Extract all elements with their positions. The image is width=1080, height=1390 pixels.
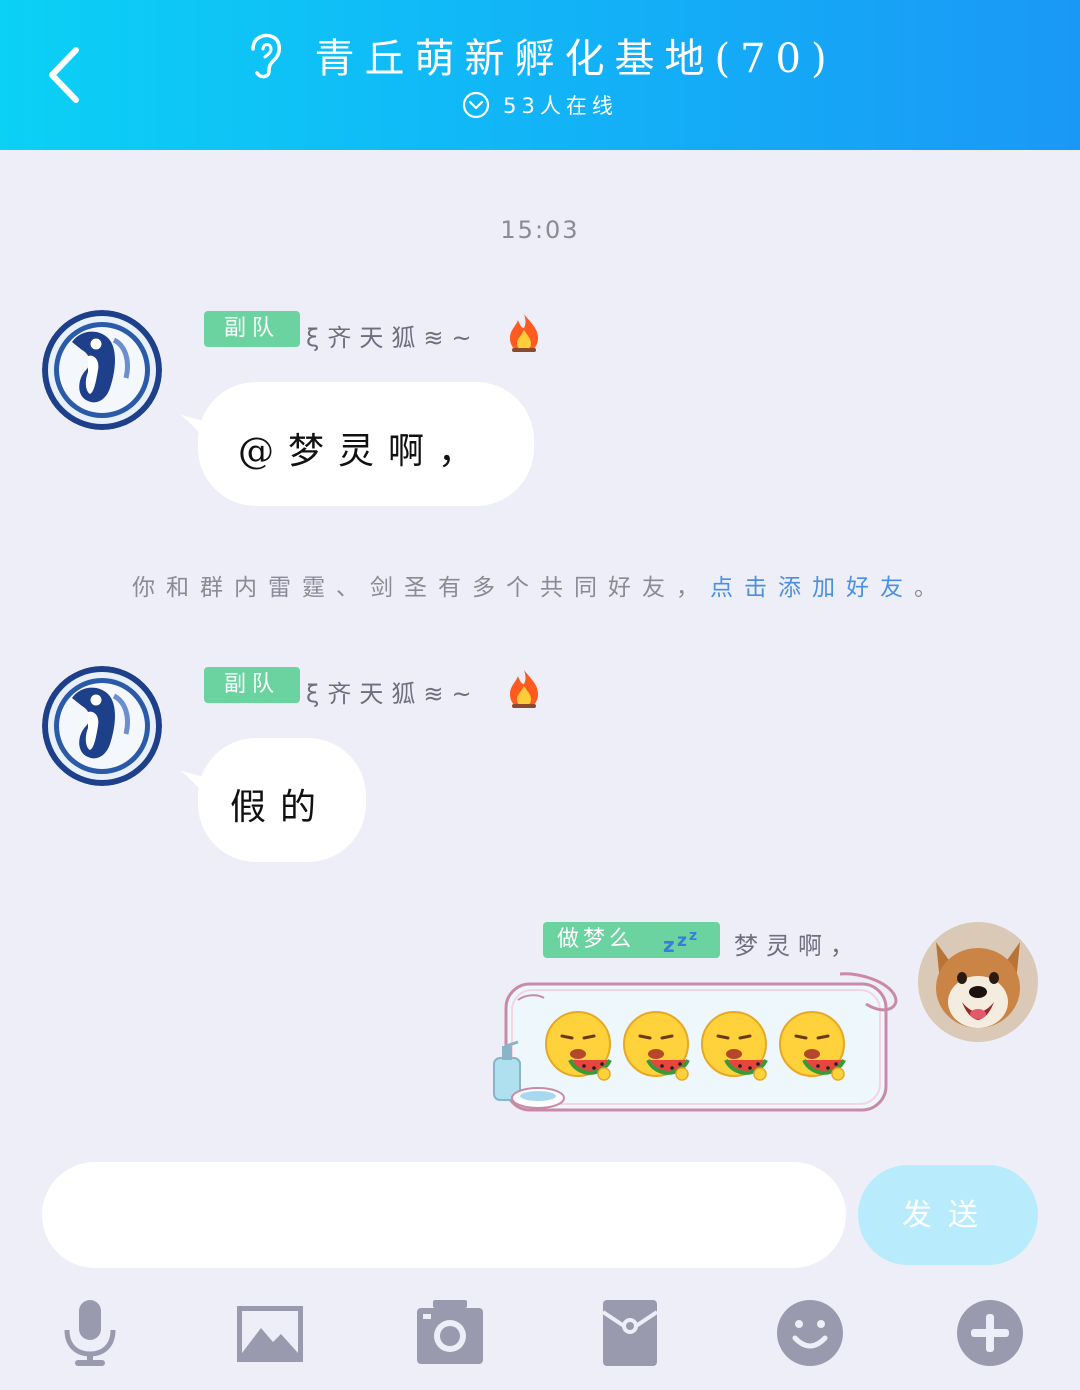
title-tag: 做梦么 z z z (543, 922, 720, 958)
watermelon-emoji-icon (545, 1011, 612, 1081)
emoji-icon[interactable] (775, 1298, 845, 1368)
dog-avatar-icon (918, 922, 1038, 1042)
group-title[interactable]: 青丘萌新孵化基地(70) (314, 36, 836, 82)
title-row: 青丘萌新孵化基地(70) (0, 26, 1080, 84)
message-input[interactable] (42, 1162, 846, 1268)
plus-icon[interactable] (955, 1298, 1025, 1368)
message-text: @梦灵啊， (238, 431, 489, 472)
message-timestamp: 15:03 (500, 216, 580, 244)
send-button[interactable]: 发送 (858, 1165, 1038, 1265)
microphone-icon[interactable] (55, 1298, 125, 1368)
online-count: 53人在线 (503, 94, 618, 118)
title-tag-text: 做梦么 (557, 927, 636, 952)
svg-text:z: z (689, 928, 701, 944)
sleep-zzz-icon: z z z (663, 928, 701, 956)
fire-badge-icon (510, 314, 538, 352)
message-bubble[interactable]: @梦灵啊， (198, 382, 534, 506)
role-tag: 副队 (204, 667, 300, 703)
sender-nickname[interactable]: ξ齐天狐≋~ (306, 318, 480, 353)
camera-icon[interactable] (415, 1298, 485, 1368)
sender-avatar[interactable] (42, 310, 162, 430)
message-bubble[interactable]: 假的 (198, 738, 366, 862)
self-nickname: 梦灵啊， (734, 932, 862, 960)
watermelon-emoji-icon (701, 1011, 768, 1081)
notice-end: 。 (914, 575, 948, 601)
fire-badge-icon (510, 670, 538, 708)
self-avatar[interactable] (918, 922, 1038, 1042)
watermelon-emoji-icon (623, 1011, 690, 1081)
message-text: 假的 (230, 787, 331, 828)
chat-header: 青丘萌新孵化基地(70) 53人在线 (0, 0, 1080, 150)
online-status-row[interactable]: 53人在线 (0, 90, 1080, 120)
notice-text: 你和群内雷霆、剑圣有多个共同好友， (132, 575, 710, 601)
mutual-friends-notice: 你和群内雷霆、剑圣有多个共同好友，点击添加好友。 (0, 568, 1080, 602)
chevron-down-circle-icon[interactable] (462, 91, 490, 119)
sender-avatar[interactable] (42, 666, 162, 786)
ear-icon[interactable] (243, 29, 287, 81)
ig-logo-icon (42, 310, 162, 430)
red-packet-icon[interactable] (595, 1298, 665, 1368)
add-friend-link[interactable]: 点击添加好友 (710, 575, 914, 601)
sender-nickname[interactable]: ξ齐天狐≋~ (306, 674, 480, 709)
role-tag: 副队 (204, 311, 300, 347)
input-area: 发送 (0, 1138, 1080, 1390)
image-icon[interactable] (235, 1298, 305, 1368)
ig-logo-icon (42, 666, 162, 786)
watermelon-emoji-icon (779, 1011, 846, 1081)
